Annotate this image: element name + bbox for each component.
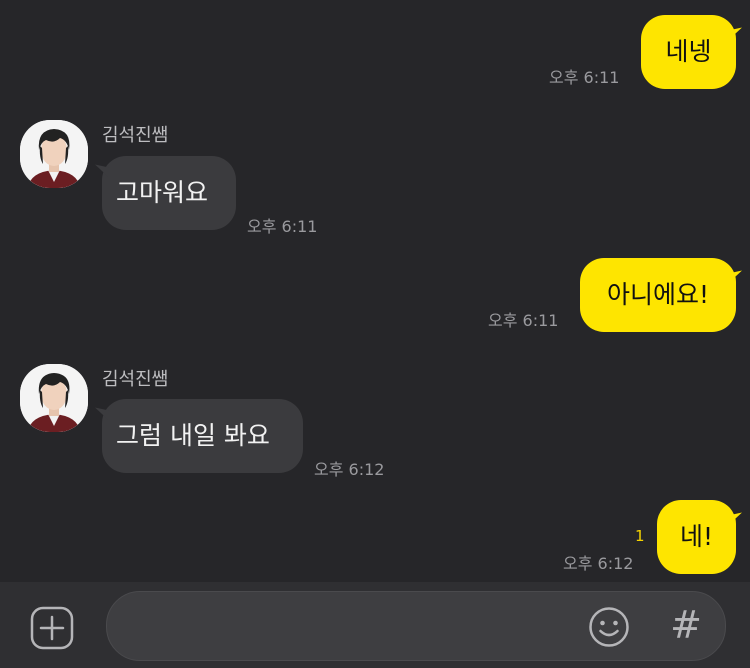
sender-avatar[interactable] <box>20 120 88 188</box>
other-message-bubble[interactable]: 고마워요 <box>102 156 236 230</box>
message-timestamp: 오후 6:11 <box>549 68 620 87</box>
plus-circle-icon <box>30 606 74 650</box>
other-message-bubble[interactable]: 그럼 내일 봐요 <box>102 399 303 473</box>
avatar-portrait-image <box>20 120 88 188</box>
message-timestamp: 오후 6:11 <box>488 311 559 330</box>
sender-name: 김석진쌤 <box>102 125 169 146</box>
unread-count: 1 <box>635 527 645 545</box>
emoji-button[interactable] <box>588 606 630 648</box>
my-message-bubble[interactable]: 네넹 <box>641 15 736 89</box>
message-timestamp: 오후 6:12 <box>314 460 385 479</box>
message-text-input[interactable] <box>106 591 726 661</box>
hash-icon: # <box>670 603 702 647</box>
smiley-icon <box>589 607 629 647</box>
avatar-portrait-image <box>20 364 88 432</box>
message-timestamp: 오후 6:12 <box>563 554 634 573</box>
message-timestamp: 오후 6:11 <box>247 217 318 236</box>
chat-message-list[interactable]: 네넹 오후 6:11 김석진쌤 고마워요 오후 6:11 아니에요! 오후 6:… <box>0 0 750 582</box>
sender-name: 김석진쌤 <box>102 369 169 390</box>
my-message-bubble[interactable]: 네! <box>657 500 736 574</box>
my-message-bubble[interactable]: 아니에요! <box>580 258 736 332</box>
sender-avatar[interactable] <box>20 364 88 432</box>
message-input-bar: # <box>0 582 750 668</box>
hash-search-button[interactable]: # <box>666 600 706 650</box>
add-attachment-button[interactable] <box>30 606 74 650</box>
